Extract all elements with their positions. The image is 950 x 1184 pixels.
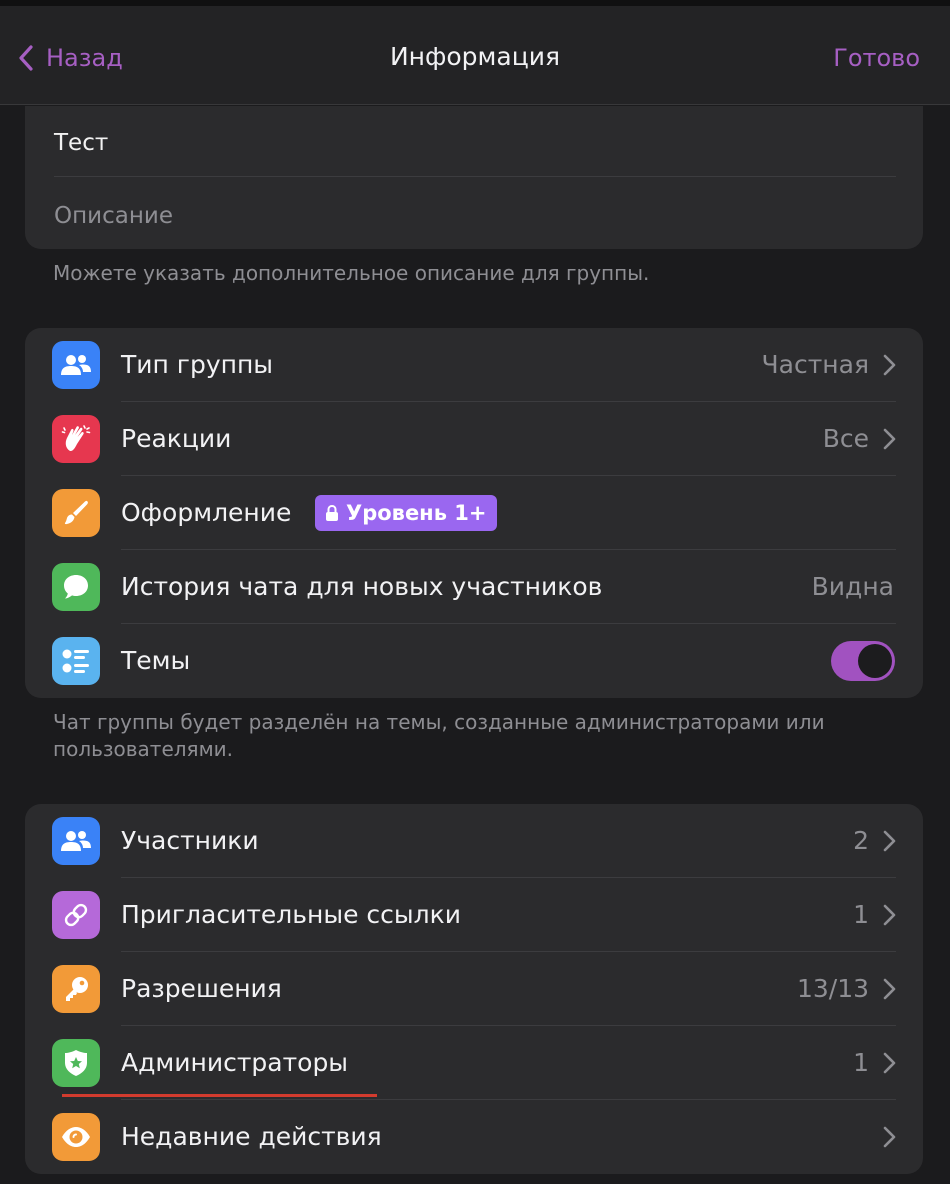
highlight-underline: [62, 1094, 377, 1097]
link-icon: [52, 891, 100, 939]
group-type-label: Тип группы: [121, 350, 274, 379]
chevron-right-icon: [883, 428, 896, 450]
permissions-label: Разрешения: [121, 974, 282, 1003]
chevron-right-icon: [883, 830, 896, 852]
reactions-label: Реакции: [121, 424, 232, 453]
divider: [54, 176, 896, 177]
members-row[interactable]: Участники 2: [25, 804, 923, 878]
chat-bubble-icon: [52, 563, 100, 611]
chevron-right-icon: [883, 978, 896, 1000]
recent-actions-row[interactable]: Недавние действия: [25, 1100, 923, 1174]
done-button[interactable]: Готово: [833, 44, 920, 72]
reactions-row[interactable]: Реакции Все: [25, 402, 923, 476]
eye-icon: [52, 1113, 100, 1161]
clapping-hands-icon: [52, 415, 100, 463]
group-type-row[interactable]: Тип группы Частная: [25, 328, 923, 402]
recent-actions-label: Недавние действия: [121, 1122, 382, 1151]
reactions-value: Все: [822, 424, 869, 453]
invite-links-count: 1: [853, 900, 869, 929]
list-icon: [52, 637, 100, 685]
topics-footnote: Чат группы будет разделён на темы, созда…: [53, 710, 825, 761]
appearance-row[interactable]: Оформление Уровень 1+: [25, 476, 923, 550]
administrators-row[interactable]: Администраторы 1: [25, 1026, 923, 1100]
topics-label: Темы: [121, 646, 191, 675]
description-footnote: Можете указать дополнительное описание д…: [53, 261, 650, 285]
group-info-card: Тест Описание: [25, 106, 923, 249]
nav-bar: Назад Информация Готово: [0, 6, 950, 105]
administrators-count: 1: [853, 1048, 869, 1077]
management-card: Участники 2 Пригласительные ссылки 1 Раз…: [25, 804, 923, 1174]
chat-history-row[interactable]: История чата для новых участников Видна: [25, 550, 923, 624]
permissions-count: 13/13: [796, 974, 869, 1003]
chevron-right-icon: [883, 904, 896, 926]
invite-links-row[interactable]: Пригласительные ссылки 1: [25, 878, 923, 952]
toggle-knob: [858, 644, 892, 678]
chat-history-label: История чата для новых участников: [121, 572, 603, 601]
chevron-right-icon: [883, 1052, 896, 1074]
topics-toggle[interactable]: [831, 641, 895, 681]
description-field[interactable]: Описание: [54, 203, 173, 229]
invite-links-label: Пригласительные ссылки: [121, 900, 461, 929]
members-count: 2: [853, 826, 869, 855]
members-label: Участники: [121, 826, 259, 855]
chat-history-value: Видна: [811, 572, 894, 601]
people-icon: [52, 817, 100, 865]
level-badge: Уровень 1+: [315, 495, 497, 531]
page-title: Информация: [389, 42, 561, 71]
shield-star-icon: [52, 1039, 100, 1087]
lock-icon: [326, 504, 338, 521]
group-title-field[interactable]: Тест: [54, 130, 108, 156]
chevron-right-icon: [883, 354, 896, 376]
brush-icon: [52, 489, 100, 537]
people-icon: [52, 341, 100, 389]
group-settings-card: Тип группы Частная Реакции Все Оформлени…: [25, 328, 923, 698]
appearance-label: Оформление: [121, 498, 292, 527]
group-type-value: Частная: [761, 350, 869, 379]
administrators-label: Администраторы: [121, 1048, 349, 1077]
permissions-row[interactable]: Разрешения 13/13: [25, 952, 923, 1026]
topics-row: Темы: [25, 624, 923, 698]
level-badge-label: Уровень 1+: [346, 501, 487, 525]
key-icon: [52, 965, 100, 1013]
chevron-right-icon: [883, 1126, 896, 1148]
